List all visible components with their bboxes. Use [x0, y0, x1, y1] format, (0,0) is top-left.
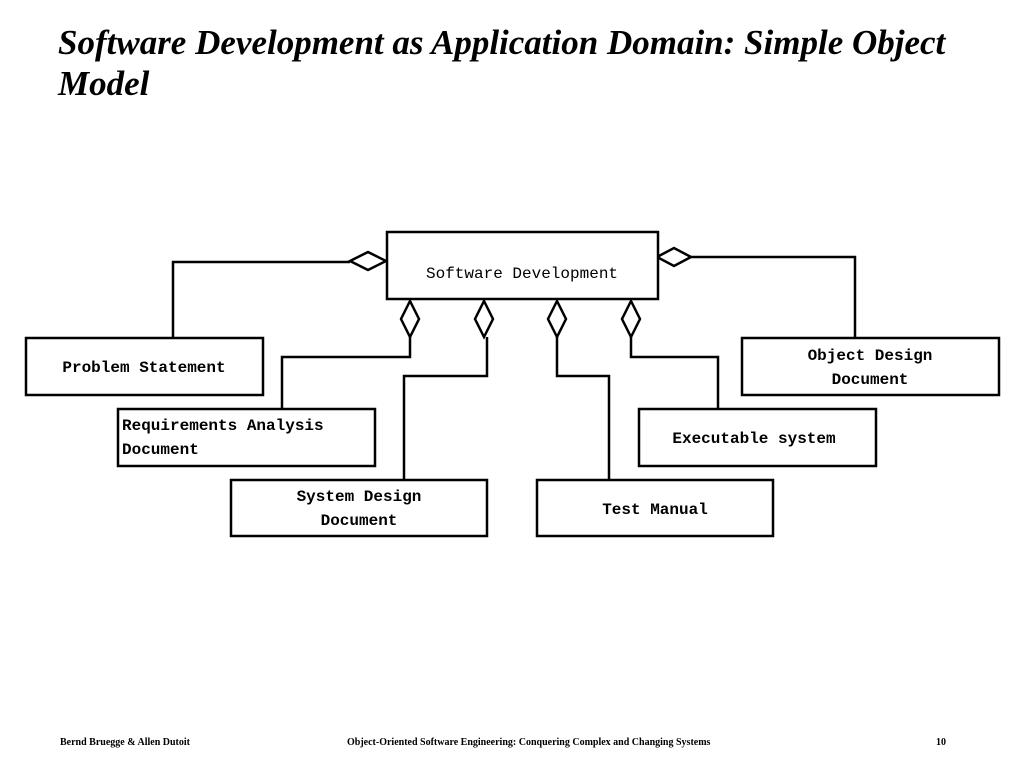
aggregation-diamond-left: [347, 250, 389, 272]
aggregation-diamond-test-manual: [546, 298, 568, 340]
class-box-system-design: System Design Document: [229, 478, 489, 538]
class-box-requirements-analysis: Requirements Analysis Document: [116, 407, 377, 468]
class-label-problem-statement: Problem Statement: [62, 359, 225, 377]
footer-book-title: Object-Oriented Software Engineering: Co…: [347, 737, 711, 748]
footer-page-number: 10: [936, 737, 946, 748]
link-problem-statement: [171, 260, 350, 337]
class-box-object-design: Object Design Document: [740, 336, 1001, 397]
aggregation-diamond-executable: [620, 298, 642, 340]
aggregation-diamond-system-design: [473, 298, 495, 340]
aggregation-diagram: Software Development Problem Statement R…: [24, 230, 1001, 538]
link-test-manual: [555, 337, 611, 480]
aggregation-diamond-right: [654, 246, 694, 268]
class-label-system-design-line1: System Design: [297, 488, 422, 506]
link-executable-system: [629, 337, 720, 409]
class-box-test-manual: Test Manual: [535, 478, 775, 538]
class-label-software-development: Software Development: [426, 265, 618, 283]
link-requirements-analysis: [280, 337, 412, 409]
class-label-test-manual: Test Manual: [602, 501, 708, 519]
class-label-system-design-line2: Document: [321, 512, 398, 530]
class-box-software-development: Software Development: [385, 230, 660, 301]
aggregation-diamond-requirements: [399, 298, 421, 340]
class-label-executable-system: Executable system: [672, 430, 836, 448]
footer-authors: Bernd Bruegge & Allen Dutoit: [60, 737, 190, 748]
link-object-design: [691, 255, 857, 338]
class-label-object-design-line1: Object Design: [808, 347, 933, 365]
class-box-executable-system: Executable system: [637, 407, 878, 468]
class-label-requirements-analysis-line2: Document: [122, 441, 199, 459]
class-label-requirements-analysis-line1: Requirements Analysis: [122, 417, 324, 435]
class-box-problem-statement: Problem Statement: [24, 336, 265, 397]
link-system-design: [402, 337, 489, 480]
class-label-object-design-line2: Document: [832, 371, 909, 389]
